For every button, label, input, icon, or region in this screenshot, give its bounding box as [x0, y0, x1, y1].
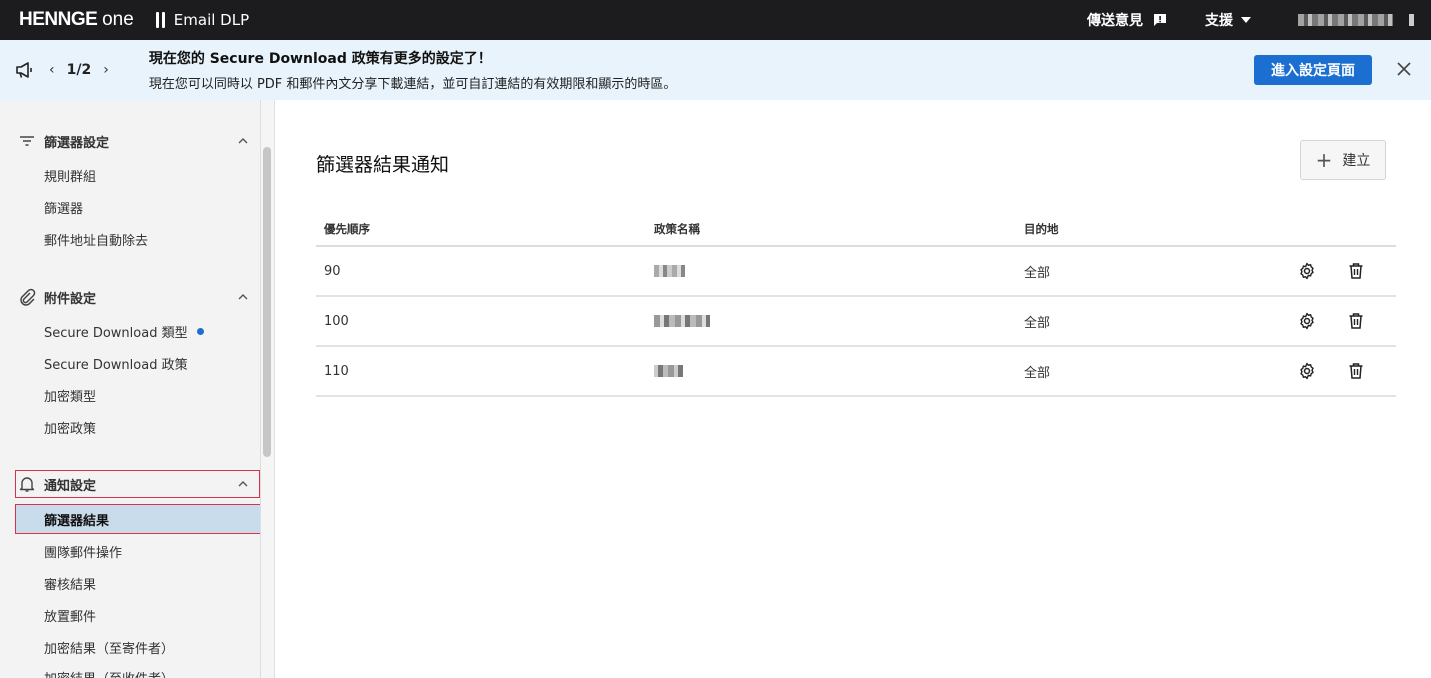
user-menu-icon[interactable] — [1409, 14, 1414, 26]
section-label: 篩選器設定 — [44, 135, 110, 151]
gear-icon[interactable] — [1298, 262, 1316, 280]
sidebar-item-team-mail-actions[interactable]: 團隊郵件操作 — [44, 541, 122, 561]
policy-name-redacted — [654, 315, 710, 327]
table-row[interactable]: 90 全部 — [316, 247, 1396, 297]
feedback-button[interactable]: 傳送意見 — [1087, 10, 1168, 30]
sidebar-item-review-results[interactable]: 審核結果 — [44, 573, 96, 593]
sidebar-scrollbar[interactable] — [263, 147, 271, 457]
section-label: 通知設定 — [44, 478, 97, 494]
cell-destination: 全部 — [1024, 265, 1051, 281]
sidebar-item-held-mail[interactable]: 放置郵件 — [44, 605, 96, 625]
policy-name-redacted — [654, 365, 683, 377]
sidebar-item-filters[interactable]: 篩選器 — [44, 197, 83, 217]
announcement-banner: ‹ 1/2 › 現在您的 Secure Download 政策有更多的設定了！ … — [0, 40, 1431, 100]
sidebar-item-encryption-results-sender[interactable]: 加密結果（至寄件者） — [44, 637, 174, 657]
gear-icon[interactable] — [1298, 312, 1316, 330]
column-priority[interactable]: 優先順序 — [324, 221, 370, 237]
top-bar: HENNGE one Email DLP 傳送意見 支援 — [0, 0, 1431, 40]
cell-destination: 全部 — [1024, 315, 1051, 331]
cell-priority: 110 — [324, 363, 349, 379]
prev-icon[interactable]: ‹ — [49, 62, 55, 78]
product-separator-icon — [155, 12, 166, 28]
megaphone-icon — [16, 62, 32, 78]
sidebar-item-secure-download-policies[interactable]: Secure Download 政策 — [44, 353, 188, 373]
user-name-redacted[interactable] — [1298, 14, 1393, 26]
page-title: 篩選器結果通知 — [316, 154, 450, 176]
banner-title: 現在您的 Secure Download 政策有更多的設定了！ — [148, 51, 492, 67]
sidebar-section-attachment-settings[interactable]: 附件設定 — [16, 284, 259, 310]
table-header: 優先順序 政策名稱 目的地 — [316, 212, 1396, 247]
trash-icon[interactable] — [1347, 262, 1365, 280]
brand-logo[interactable]: HENNGE one — [19, 9, 134, 31]
pager-count: 1/2 — [66, 62, 92, 78]
plus-icon: + — [1315, 148, 1333, 172]
gear-icon[interactable] — [1298, 362, 1316, 380]
sidebar-item-filter-results[interactable]: 篩選器結果 — [15, 504, 260, 534]
next-icon[interactable]: › — [103, 62, 109, 78]
new-indicator-dot — [196, 327, 204, 335]
sidebar-item-rule-groups[interactable]: 規則群組 — [44, 165, 96, 185]
sidebar-section-notification-settings[interactable]: 通知設定 — [15, 470, 260, 498]
cell-destination: 全部 — [1024, 365, 1051, 381]
sidebar: 篩選器設定 規則群組 篩選器 郵件地址自動除去 附件設定 Secure Down… — [0, 100, 261, 678]
support-label: 支援 — [1205, 13, 1233, 29]
bell-icon — [19, 477, 35, 492]
go-to-settings-button[interactable]: 進入設定頁面 — [1254, 55, 1372, 85]
banner-description: 現在您可以同時以 PDF 和郵件內文分享下載連結，並可自訂連結的有效期限和顯示的… — [148, 77, 677, 92]
policy-name-redacted — [654, 265, 685, 277]
caret-down-icon — [1241, 17, 1251, 23]
brand-one: one — [102, 9, 134, 30]
notification-table: 優先順序 政策名稱 目的地 90 全部 100 全部 110 全部 — [316, 212, 1396, 397]
chevron-up-icon — [238, 138, 248, 144]
column-policy-name[interactable]: 政策名稱 — [654, 221, 700, 237]
feedback-icon — [1154, 14, 1166, 26]
banner-pager: ‹ 1/2 › — [49, 62, 109, 78]
filter-icon — [20, 136, 34, 146]
sidebar-section-filter-settings[interactable]: 篩選器設定 — [16, 128, 259, 154]
sidebar-item-label: Secure Download 類型 — [44, 325, 188, 341]
table-row[interactable]: 100 全部 — [316, 297, 1396, 347]
paperclip-icon — [20, 288, 36, 306]
sidebar-item-encryption-types[interactable]: 加密類型 — [44, 385, 96, 405]
column-destination[interactable]: 目的地 — [1024, 221, 1059, 237]
trash-icon[interactable] — [1347, 362, 1365, 380]
feedback-label: 傳送意見 — [1087, 13, 1143, 29]
create-label: 建立 — [1342, 153, 1371, 169]
cell-priority: 90 — [324, 263, 341, 279]
table-row[interactable]: 110 全部 — [316, 347, 1396, 397]
section-label: 附件設定 — [44, 291, 97, 307]
chevron-up-icon — [238, 294, 248, 300]
chevron-up-icon — [238, 481, 248, 487]
cell-priority: 100 — [324, 313, 349, 329]
sidebar-item-secure-download-types[interactable]: Secure Download 類型 — [44, 321, 204, 341]
support-menu[interactable]: 支援 — [1205, 10, 1251, 30]
sidebar-item-encryption-policies[interactable]: 加密政策 — [44, 417, 96, 437]
create-button[interactable]: + 建立 — [1300, 140, 1386, 180]
sidebar-item-address-auto-removal[interactable]: 郵件地址自動除去 — [44, 229, 148, 249]
close-icon[interactable] — [1396, 61, 1412, 77]
product-name: Email DLP — [173, 11, 250, 29]
trash-icon[interactable] — [1347, 312, 1365, 330]
brand-main: HENNGE — [19, 9, 98, 30]
sidebar-item-encryption-results-recipient[interactable]: 加密結果（至收件者） — [44, 667, 174, 678]
